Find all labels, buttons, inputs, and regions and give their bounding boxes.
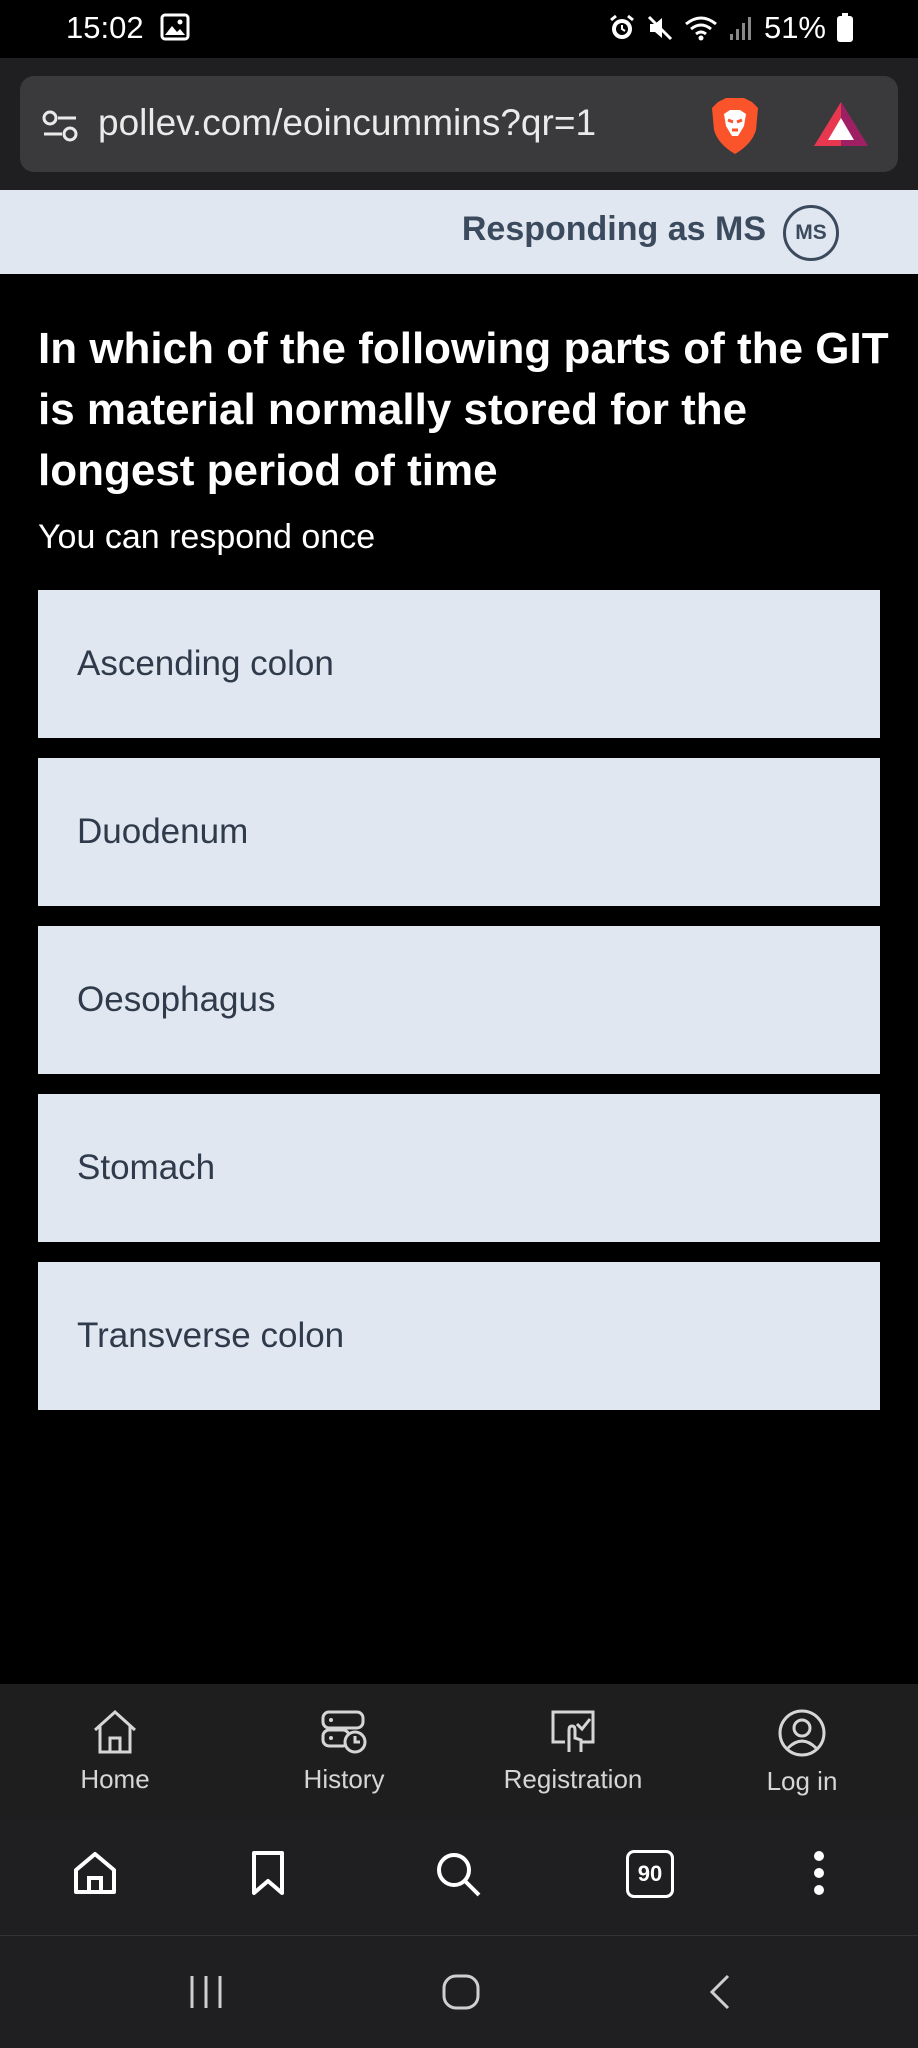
question-title: In which of the following parts of the G… [38,324,889,495]
brave-shield-icon[interactable] [708,96,762,156]
recents-icon[interactable] [186,1974,226,2010]
responding-bar: Responding as MS MS [0,190,918,274]
home-icon [93,1709,137,1754]
browser-toolbar: pollev.com/eoincummins?qr=1 [0,58,918,190]
signal-icon [729,17,751,40]
site-settings-icon[interactable] [40,106,80,146]
poll-bottom-nav: Home History Registration Log in [0,1684,918,1818]
search-icon[interactable] [434,1850,482,1898]
nav-login-label: Log in [766,1766,838,1796]
status-icons: 51% [608,10,854,46]
battery-icon [837,13,853,42]
more-icon[interactable] [812,1850,826,1896]
alarm-icon [610,14,634,39]
system-nav-bar [0,1936,918,2048]
nav-registration-label: Registration [503,1764,643,1794]
nav-login[interactable]: Log in [702,1684,902,1818]
gallery-icon [160,13,190,41]
option-stomach[interactable]: Stomach [38,1094,880,1242]
nav-history[interactable]: History [244,1684,444,1818]
option-ascending-colon[interactable]: Ascending colon [38,590,880,738]
registration-icon [551,1710,595,1752]
battery-percent: 51% [763,10,826,45]
brave-rewards-icon[interactable] [812,98,870,150]
bookmark-icon[interactable] [251,1850,285,1896]
home-icon[interactable] [72,1850,118,1896]
avatar[interactable]: MS [783,205,839,261]
url-text[interactable]: pollev.com/eoincummins?qr=1 [98,102,596,144]
status-time: 15:02 [66,10,144,45]
mute-icon [647,15,673,41]
options-list: Ascending colon Duodenum Oesophagus Stom… [38,590,880,1430]
back-icon[interactable] [706,1974,736,2010]
status-bar: 15:02 51% [0,0,918,58]
home-icon[interactable] [441,1974,481,2010]
option-transverse-colon[interactable]: Transverse colon [38,1262,880,1410]
user-icon [778,1709,826,1757]
tabs-button[interactable]: 90 [626,1850,674,1898]
option-duodenum[interactable]: Duodenum [38,758,880,906]
wifi-icon [685,16,717,41]
response-note: You can respond once [38,518,376,556]
nav-history-label: History [303,1764,385,1794]
history-icon [321,1710,367,1754]
address-bar[interactable]: pollev.com/eoincummins?qr=1 [20,76,898,172]
nav-home-label: Home [80,1764,150,1794]
nav-home[interactable]: Home [15,1684,215,1818]
nav-registration[interactable]: Registration [473,1684,673,1818]
responding-as-label: Responding as MS [461,210,766,248]
browser-bottom-toolbar: 90 [0,1818,918,1936]
option-oesophagus[interactable]: Oesophagus [38,926,880,1074]
